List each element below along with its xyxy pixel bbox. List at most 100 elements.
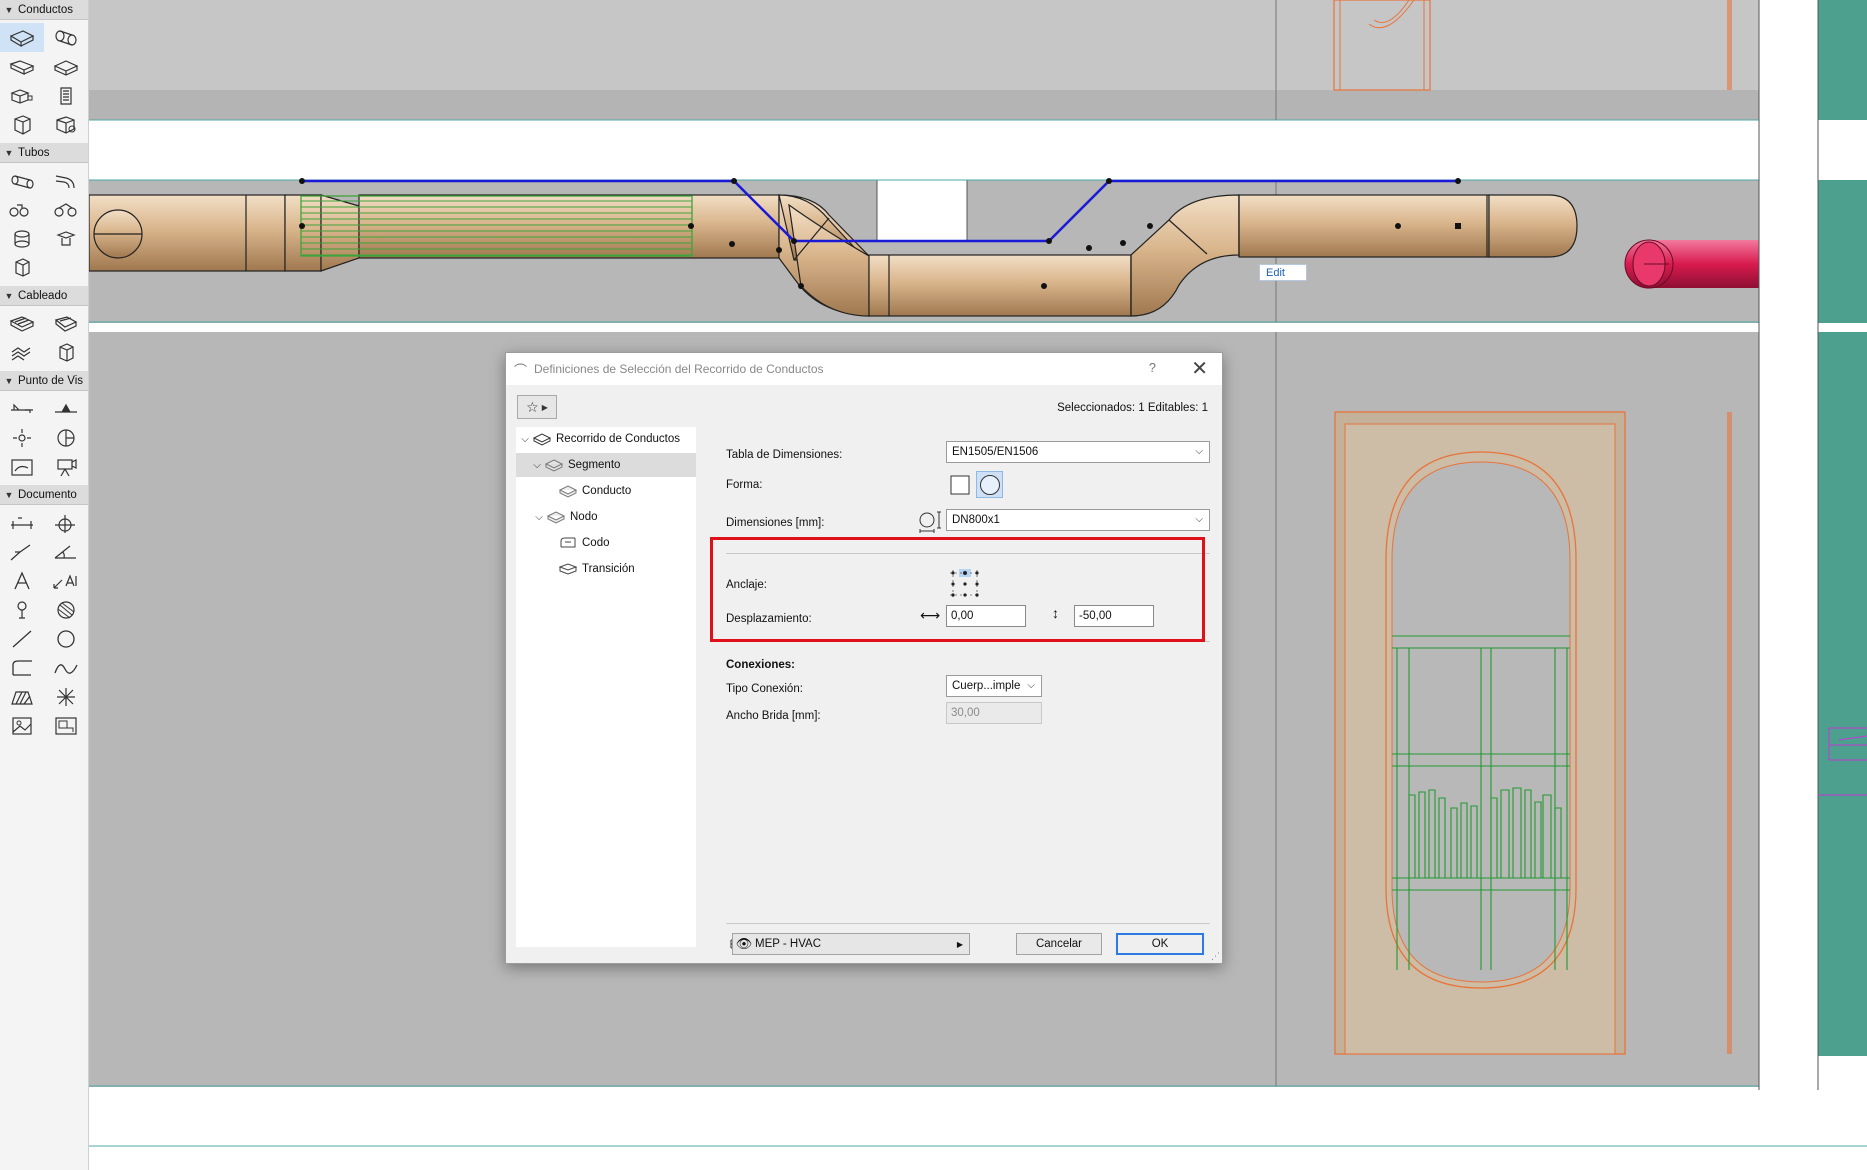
tipo-conexion-label: Tipo Conexión: [726, 683, 803, 695]
dialog-titlebar[interactable]: ⌒ Definiciones de Selección del Recorrid… [506, 353, 1222, 385]
duct-terminal-icon[interactable] [0, 81, 44, 110]
cable-equipment-icon[interactable] [0, 338, 44, 367]
elevation-icon[interactable] [44, 394, 88, 423]
line-icon[interactable] [0, 624, 44, 653]
cable-tray-bend-icon[interactable] [44, 309, 88, 338]
chevron-down-icon[interactable]: ⌵ [518, 434, 532, 445]
duct-straight-icon[interactable] [0, 23, 44, 52]
pipe-accessory-icon[interactable] [0, 253, 44, 282]
duct-icon [558, 485, 578, 498]
pipe-multi-icon[interactable] [44, 195, 88, 224]
text-icon[interactable] [0, 566, 44, 595]
teal-wall [1818, 0, 1867, 120]
favorites-button[interactable]: ☆ ▶ [517, 395, 557, 419]
layer-select[interactable]: 👁 MEP - HVAC ▶ [732, 933, 970, 955]
toolbox-section-punto-de-vista[interactable]: ▼ Punto de Vis [0, 371, 88, 391]
section-label: Conductos [18, 3, 73, 16]
tree-item-conducto[interactable]: Conducto [558, 479, 688, 503]
layer-value: MEP - HVAC [755, 938, 822, 950]
upper-room-zone [89, 0, 1759, 90]
chevron-down-icon: ⌵ [1027, 680, 1035, 691]
dimensiones-select[interactable]: DN800x1 ⌵ [946, 509, 1210, 531]
fill-icon[interactable] [44, 595, 88, 624]
duct-round-icon[interactable] [44, 23, 88, 52]
settings-panel: Tabla de Dimensiones: EN1505/EN1506 ⌵ Fo… [710, 427, 1210, 947]
elbow-icon [560, 537, 576, 548]
pipe-straight-icon[interactable] [0, 166, 44, 195]
hatch-icon[interactable] [0, 682, 44, 711]
duct-equipment-icon[interactable] [0, 110, 44, 139]
tree-item-segmento[interactable]: ⌵ Segmento [516, 453, 696, 477]
selection-info: Seleccionados: 1 Editables: 1 [1057, 402, 1208, 414]
duct-route-selection-settings-dialog: ⌒ Definiciones de Selección del Recorrid… [505, 352, 1223, 964]
cable-accessory-icon[interactable] [44, 338, 88, 367]
selected-duct-segment [300, 195, 693, 257]
toolbox-palette: ▼ Conductos ▼ Tubos ▼ Cableado ▼ Punto de Vi [0, 0, 89, 1170]
tree-label: Recorrido de Conductos [556, 433, 681, 445]
chevron-down-icon[interactable]: ⌵ [532, 512, 546, 523]
spline-icon[interactable] [44, 653, 88, 682]
tabla-dimensiones-select[interactable]: EN1505/EN1506 ⌵ [946, 441, 1210, 463]
ok-button[interactable]: OK [1116, 933, 1204, 955]
toolbox-section-documento[interactable]: ▼ Documento [0, 485, 88, 505]
section-label: Punto de Vis [18, 374, 84, 387]
highlight-rectangle [710, 537, 1205, 642]
circle-shape-icon [979, 474, 1000, 495]
settings-tree: ⌵ Recorrido de Conductos ⌵ Segmento Cond… [516, 427, 696, 947]
angle-dimension-icon[interactable] [44, 537, 88, 566]
resize-grip-icon[interactable]: ⋰ [1211, 951, 1220, 962]
cancel-button[interactable]: Cancelar [1016, 933, 1102, 955]
chevron-down-icon: ⌵ [1195, 514, 1203, 525]
figure-icon[interactable] [0, 711, 44, 740]
dimension-icon[interactable] [0, 508, 44, 537]
chevron-down-icon[interactable]: ⌵ [530, 460, 544, 471]
duct-accessory-icon[interactable] [44, 110, 88, 139]
star-icon: ☆ [526, 398, 539, 415]
tipo-conexion-select[interactable]: Cuerp...imple ⌵ [946, 675, 1042, 697]
toolbox-section-conductos[interactable]: ▼ Conductos [0, 0, 88, 20]
tree-item-transicion[interactable]: Transición [558, 557, 688, 581]
section-label: Tubos [18, 146, 50, 159]
tabla-value: EN1505/EN1506 [952, 446, 1039, 458]
transition-icon [558, 563, 578, 575]
duct-transition-icon[interactable] [0, 52, 44, 81]
section-label: Cableado [18, 289, 68, 302]
dialog-title: Definiciones de Selección del Recorrido … [534, 362, 824, 376]
dimensiones-value: DN800x1 [952, 514, 1000, 526]
toolbox-section-cableado[interactable]: ▼ Cableado [0, 286, 88, 306]
section-label: Documento [18, 488, 77, 501]
hotspot-icon[interactable] [44, 682, 88, 711]
tabla-label: Tabla de Dimensiones: [726, 449, 843, 461]
pipe-branch-icon[interactable] [0, 195, 44, 224]
close-button[interactable]: ✕ [1191, 356, 1208, 381]
radial-dimension-icon[interactable] [0, 537, 44, 566]
tree-item-codo[interactable]: Codo [558, 531, 688, 555]
marker-icon[interactable] [0, 595, 44, 624]
edit-tag[interactable]: Edit [1259, 264, 1307, 281]
shape-rectangular-button[interactable] [946, 471, 973, 498]
ancho-brida-input: 30,00 [946, 702, 1042, 724]
level-dimension-icon[interactable] [44, 508, 88, 537]
pipe-equipment-icon[interactable] [0, 224, 44, 253]
label-icon[interactable] [44, 566, 88, 595]
help-button[interactable]: ? [1149, 360, 1156, 375]
toolbox-section-tubos[interactable]: ▼ Tubos [0, 143, 88, 163]
worksheet-icon[interactable] [44, 423, 88, 452]
ancho-brida-value: 30,00 [951, 707, 980, 719]
camera-icon[interactable] [44, 452, 88, 481]
circle-icon[interactable] [44, 624, 88, 653]
pipe-bend-icon[interactable] [44, 166, 88, 195]
tree-label: Codo [582, 537, 610, 549]
shape-round-button[interactable] [976, 471, 1003, 498]
section-icon[interactable] [0, 394, 44, 423]
interior-elevation-icon[interactable] [0, 423, 44, 452]
drawing-icon[interactable] [44, 711, 88, 740]
polyline-icon[interactable] [0, 653, 44, 682]
duct-branch-icon[interactable] [44, 52, 88, 81]
detail-icon[interactable] [0, 452, 44, 481]
cable-tray-icon[interactable] [0, 309, 44, 338]
tree-item-nodo[interactable]: ⌵ Nodo [532, 505, 682, 529]
duct-flexible-icon[interactable] [44, 81, 88, 110]
pipe-fitting-icon[interactable] [44, 224, 88, 253]
tree-item-recorrido[interactable]: ⌵ Recorrido de Conductos [518, 427, 694, 451]
